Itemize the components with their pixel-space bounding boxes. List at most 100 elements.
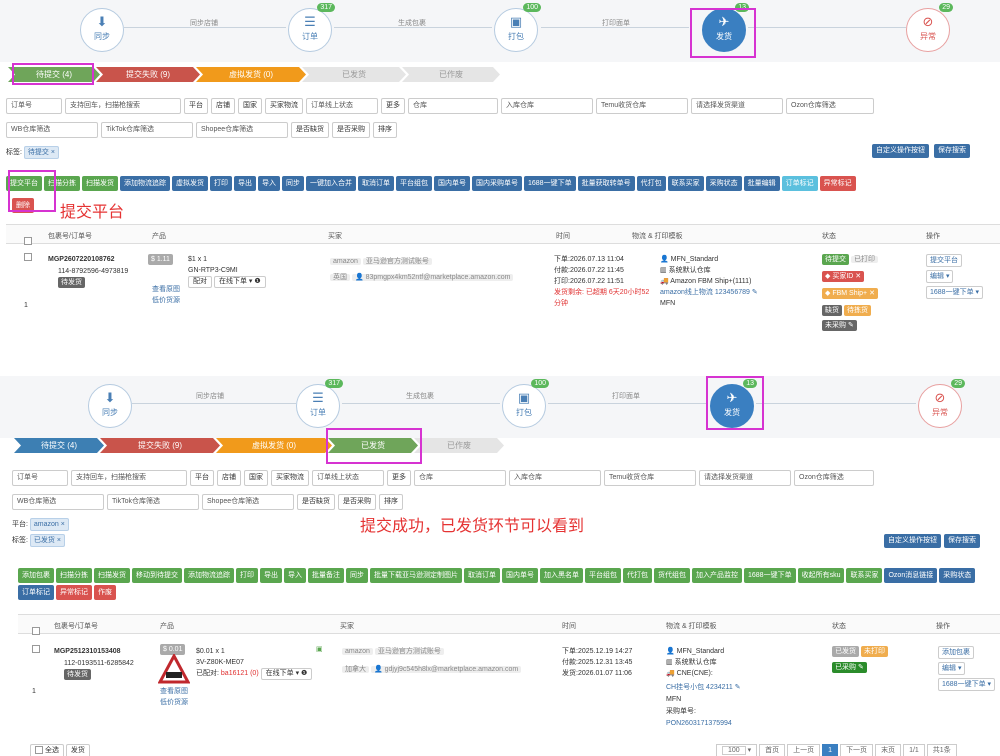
buyer-id-chip[interactable]: ◆ 买家ID ✕: [822, 271, 865, 282]
edit-icon[interactable]: ✎: [752, 289, 758, 296]
wb-warehouse-select[interactable]: WB仓库筛选: [6, 122, 98, 138]
step-exception[interactable]: 29 ⊘ 异常: [918, 379, 965, 428]
action-button[interactable]: 作废: [94, 585, 116, 600]
action-button[interactable]: 导入: [284, 568, 306, 583]
action-button[interactable]: Ozon消息链接: [884, 568, 938, 583]
tracking-number[interactable]: CH挂号小包 4234211: [666, 684, 733, 691]
pipeline-voided[interactable]: 已作废: [414, 438, 504, 453]
action-button[interactable]: 平台组包: [396, 176, 432, 191]
step-orders[interactable]: 317 ☰ 订单: [296, 379, 343, 428]
stockout-filter[interactable]: 是否缺货: [291, 122, 329, 138]
order-no-select[interactable]: 订单号: [6, 98, 62, 114]
action-button[interactable]: 订单标记: [18, 585, 54, 600]
channel-select[interactable]: 请选择发货渠道: [691, 98, 783, 114]
ozon-warehouse-select[interactable]: Ozon仓库筛选: [794, 470, 874, 486]
step-pack[interactable]: 100 ▣ 打包: [502, 379, 549, 428]
platform-chip[interactable]: amazon ×: [29, 518, 69, 531]
view-image-link[interactable]: 查看原图: [152, 284, 180, 295]
temu-warehouse-select[interactable]: Temu收货仓库: [604, 470, 696, 486]
search-input[interactable]: 支持回车，扫描枪搜索: [71, 470, 187, 486]
last-page-button[interactable]: 末页: [875, 744, 902, 756]
ozon-warehouse-select[interactable]: Ozon仓库筛选: [786, 98, 874, 114]
action-button[interactable]: 异常标记: [819, 176, 856, 191]
search-input[interactable]: 支持回车，扫描枪搜索: [65, 98, 181, 114]
wb-warehouse-select[interactable]: WB仓库筛选: [12, 494, 104, 510]
action-button[interactable]: 采购状态: [939, 568, 976, 583]
purchase-filter[interactable]: 是否采购: [338, 494, 376, 510]
action-button[interactable]: 提交平台: [6, 176, 42, 191]
action-button[interactable]: 导出: [234, 176, 256, 191]
action-button[interactable]: 货代组包: [654, 568, 690, 583]
action-button[interactable]: 平台组包: [585, 568, 621, 583]
purchased-chip[interactable]: 已采购 ✎: [832, 662, 867, 673]
next-page-button[interactable]: 下一页: [840, 744, 874, 756]
online-order-button[interactable]: 在线下单 ▾ ❶: [260, 668, 313, 680]
shopee-warehouse-select[interactable]: Shopee仓库筛选: [202, 494, 294, 510]
step-ship[interactable]: 13 ✈ 发货: [710, 379, 757, 428]
edit-icon[interactable]: ✎: [735, 684, 741, 691]
submit-platform-link[interactable]: 提交平台: [926, 254, 962, 267]
action-button[interactable]: 添加物流追踪: [120, 176, 170, 191]
save-search-button[interactable]: 保存搜索: [934, 144, 970, 158]
online-order-button[interactable]: 在线下单 ▾ ❶: [213, 276, 266, 288]
not-purchased-chip[interactable]: 未采购 ✎: [822, 320, 857, 331]
step-sync[interactable]: ⬇ 同步: [80, 8, 124, 52]
order-number[interactable]: 114-8792596-4973819: [58, 266, 128, 277]
add-package-link[interactable]: 添加包裹: [938, 646, 974, 659]
delete-button[interactable]: 删除: [12, 198, 34, 213]
action-button[interactable]: 同步: [282, 176, 304, 191]
action-button[interactable]: 批量备注: [308, 568, 344, 583]
low-price-link[interactable]: 低价货源: [152, 295, 180, 306]
action-button[interactable]: 导入: [258, 176, 280, 191]
save-search-button[interactable]: 保存搜索: [944, 534, 980, 548]
tiktok-warehouse-select[interactable]: TikTok仓库筛选: [107, 494, 199, 510]
order-1688-button[interactable]: 1688一键下单 ▾: [938, 678, 996, 691]
action-button[interactable]: 联系买家: [846, 568, 883, 583]
action-button[interactable]: 批量获取转单号: [577, 176, 635, 191]
shopee-warehouse-select[interactable]: Shopee仓库筛选: [196, 122, 288, 138]
action-button[interactable]: 打印: [210, 176, 232, 191]
pipeline-failed[interactable]: 提交失败 (9): [100, 438, 220, 453]
channel-select[interactable]: 请选择发货渠道: [699, 470, 791, 486]
action-button[interactable]: 国内采购单号: [472, 176, 522, 191]
logistics-filter[interactable]: 买家物流: [271, 470, 309, 486]
tag-chip[interactable]: 已发货 ×: [29, 534, 65, 547]
step-exception[interactable]: 29 ⊘ 异常: [906, 3, 953, 52]
page-size-select[interactable]: 100 ▾: [716, 744, 758, 756]
action-button[interactable]: 国内单号: [434, 176, 470, 191]
action-button[interactable]: 加入产品监控: [692, 568, 742, 583]
action-button[interactable]: 添加包裹: [18, 568, 54, 583]
inbound-warehouse-select[interactable]: 入库仓库: [501, 98, 593, 114]
action-button[interactable]: 虚拟发货: [172, 176, 208, 191]
action-button[interactable]: 联系买家: [667, 176, 704, 191]
action-button[interactable]: 取消订单: [464, 568, 500, 583]
action-button[interactable]: 代打包: [636, 176, 666, 191]
expand-icon[interactable]: ▣: [316, 644, 323, 655]
row-checkbox[interactable]: [32, 645, 40, 654]
inbound-warehouse-select[interactable]: 入库仓库: [509, 470, 601, 486]
warehouse-select[interactable]: 仓库: [414, 470, 506, 486]
step-orders[interactable]: 317 ☰ 订单: [288, 3, 335, 52]
pipeline-failed[interactable]: 提交失败 (9): [96, 67, 200, 82]
action-button[interactable]: 扫描分拣: [44, 176, 80, 191]
action-button[interactable]: 扫描发货: [82, 176, 118, 191]
sort-button[interactable]: 排序: [373, 122, 397, 138]
row-checkbox[interactable]: [24, 253, 32, 262]
platform-filter[interactable]: 平台: [184, 98, 208, 114]
pipeline-shipped[interactable]: 已发货: [328, 438, 418, 453]
action-button[interactable]: 批量下载亚马逊测定制图片: [370, 568, 462, 583]
tracking-number[interactable]: amazon线上物流 123456789: [660, 289, 750, 296]
edit-button[interactable]: 编辑 ▾: [926, 270, 954, 283]
purchase-filter[interactable]: 是否采购: [332, 122, 370, 138]
pipeline-pending[interactable]: 待提交 (4): [14, 438, 104, 453]
tag-chip[interactable]: 待提交 ×: [23, 146, 59, 159]
pipeline-pending[interactable]: 待提交 (4): [8, 67, 100, 82]
action-button[interactable]: 异常标记: [56, 585, 92, 600]
action-button[interactable]: 订单标记: [781, 176, 818, 191]
step-sync[interactable]: ⬇ 同步: [88, 384, 132, 428]
pipeline-virtual[interactable]: 虚拟发货 (0): [216, 438, 332, 453]
pipeline-virtual[interactable]: 虚拟发货 (0): [196, 67, 306, 82]
action-button[interactable]: 同步: [346, 568, 368, 583]
select-all-checkbox[interactable]: [32, 627, 40, 635]
low-price-link[interactable]: 低价货源: [160, 697, 188, 708]
